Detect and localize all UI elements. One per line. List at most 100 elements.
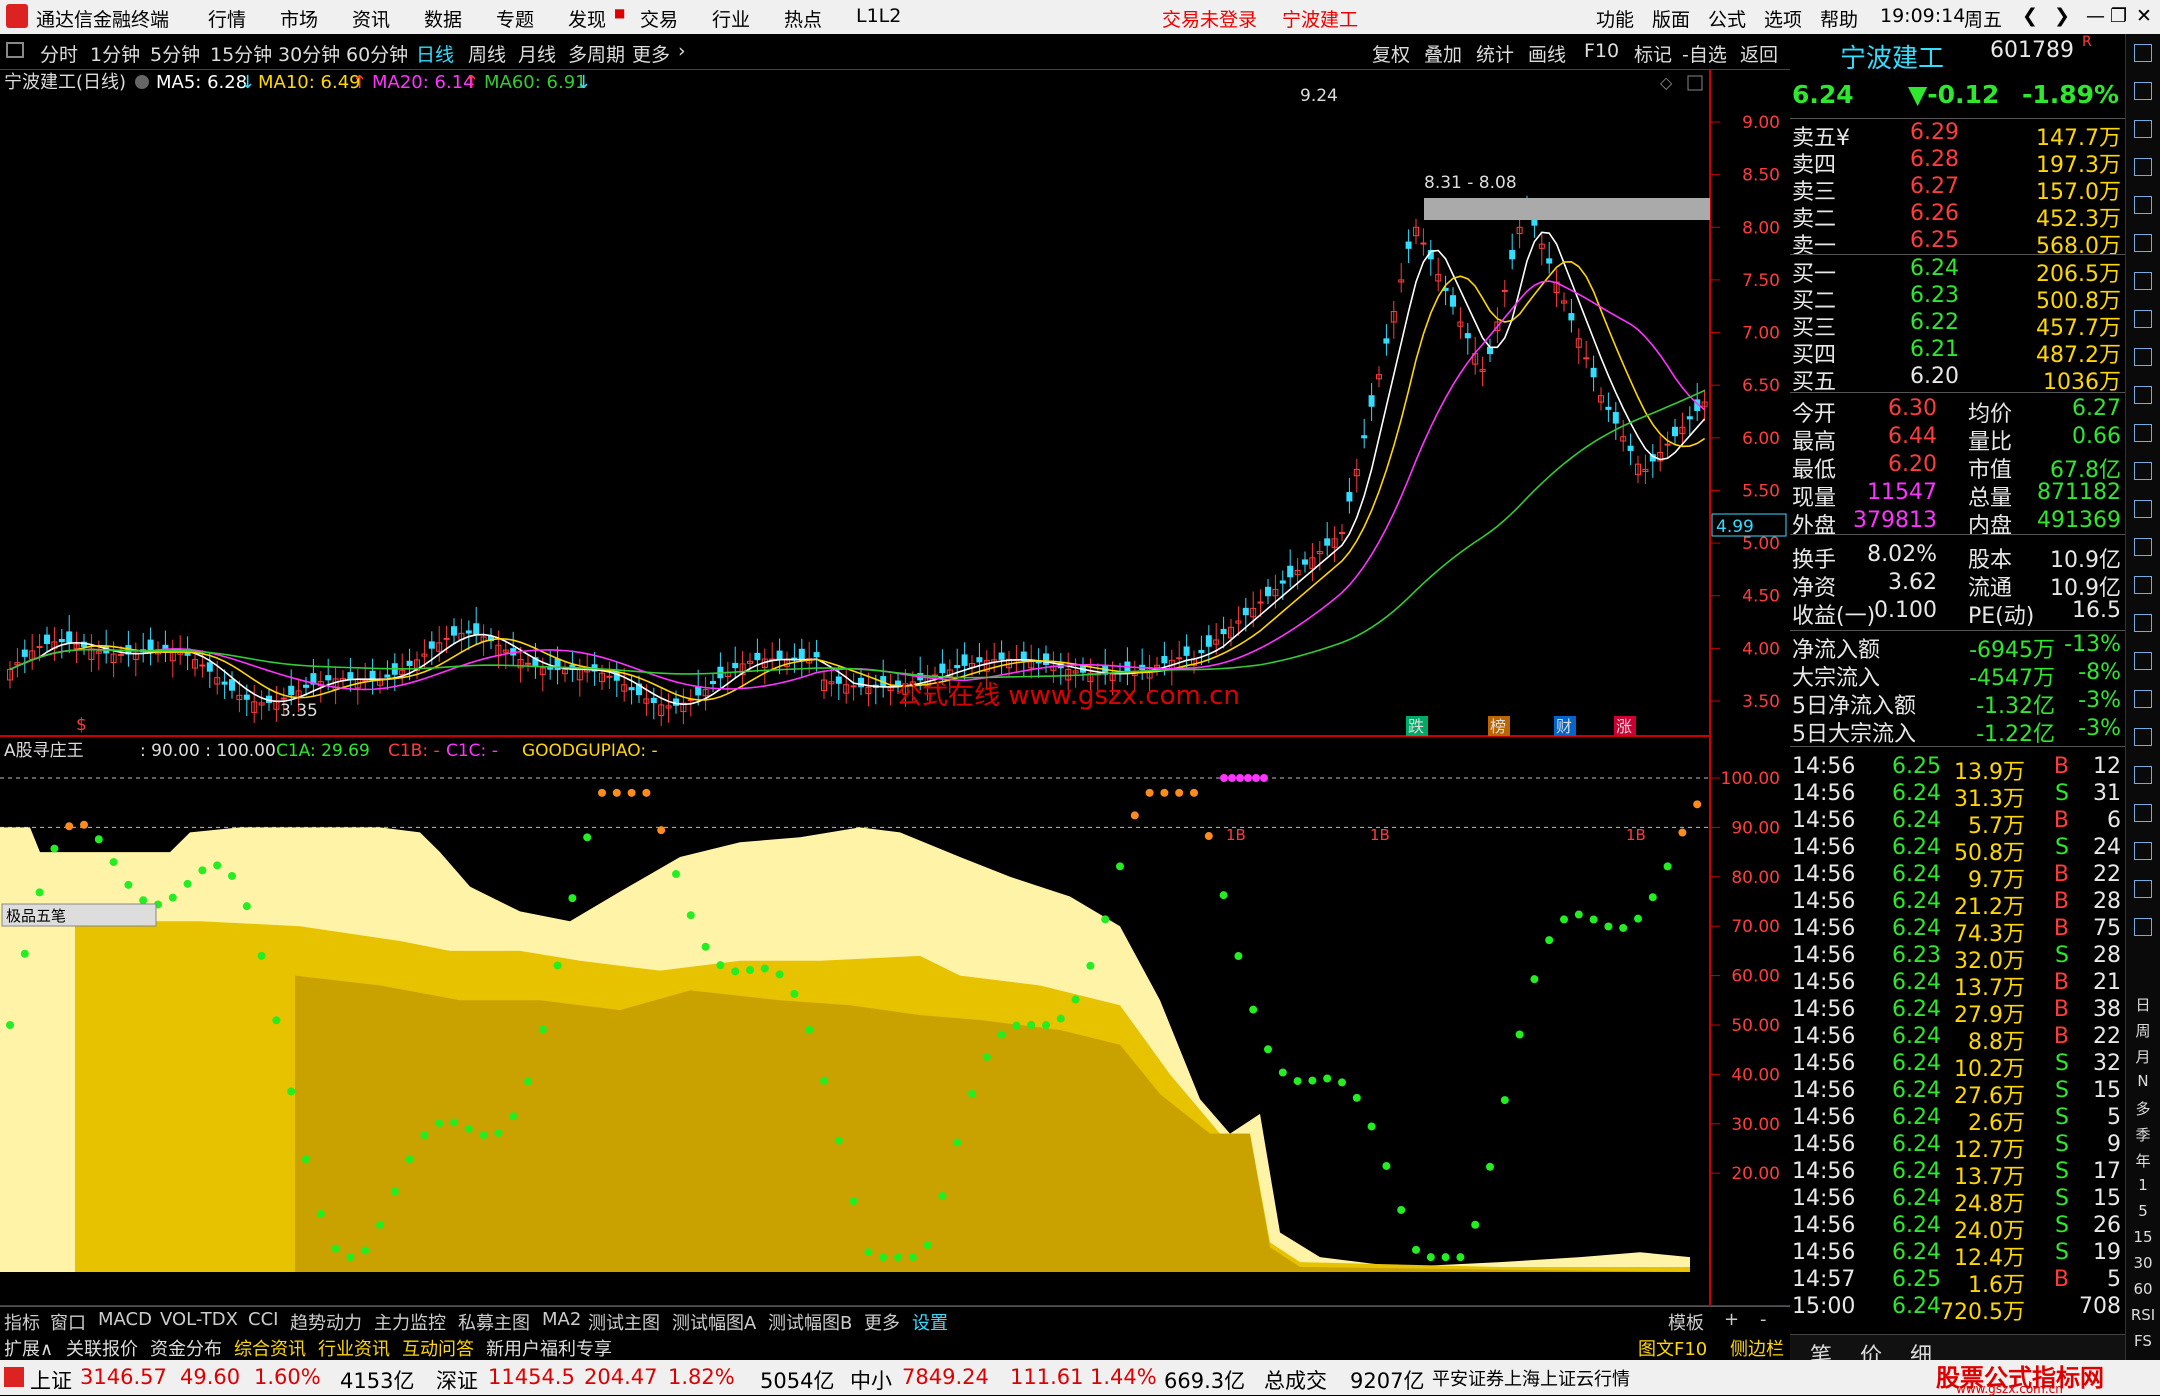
side-icon-6[interactable]: 年 bbox=[2128, 1150, 2158, 1171]
tool-icon[interactable] bbox=[2134, 196, 2152, 214]
stat2-row[interactable]: 净资 3.62 流通 10.9亿 bbox=[1790, 570, 2125, 601]
ime-toolbox[interactable]: 极品五笔 bbox=[1, 903, 157, 927]
tick-row[interactable]: 14:56 6.24 24.8万 S 15 bbox=[1790, 1186, 2125, 1217]
login-status[interactable]: 交易未登录 bbox=[1162, 5, 1257, 32]
stat-row[interactable]: 今开 6.30 均价 6.27 bbox=[1790, 396, 2125, 427]
menu-shichang[interactable]: 市场 bbox=[280, 5, 318, 32]
sell-level-row[interactable]: 卖一 6.25 568.0万 bbox=[1790, 228, 2125, 259]
forward-arrow-icon[interactable]: ❯ bbox=[2054, 5, 2070, 27]
stat-row[interactable]: 最高 6.44 量比 0.66 bbox=[1790, 424, 2125, 455]
tick-row[interactable]: 14:56 6.24 24.0万 S 26 bbox=[1790, 1213, 2125, 1244]
tick-row[interactable]: 14:57 6.25 1.6万 B 5 bbox=[1790, 1267, 2125, 1298]
tick-row[interactable]: 14:56 6.24 10.2万 S 32 bbox=[1790, 1051, 2125, 1082]
tick-row[interactable]: 14:56 6.25 13.9万 B 12 bbox=[1790, 754, 2125, 785]
info-tab-guanlian[interactable]: 关联报价 bbox=[66, 1335, 138, 1361]
flow-row[interactable]: 5日净流入额 -1.32亿 -3% bbox=[1790, 688, 2125, 719]
tool-icon[interactable] bbox=[2134, 234, 2152, 252]
menu-l1l2[interactable]: L1L2 bbox=[856, 5, 901, 27]
menu-bangzhu[interactable]: 帮助 bbox=[1820, 5, 1858, 32]
tool-fuquan[interactable]: 复权 bbox=[1372, 40, 1410, 67]
stat-row[interactable]: 现量 11547 总量 871182 bbox=[1790, 480, 2125, 511]
tick-row[interactable]: 14:56 6.24 50.8万 S 24 bbox=[1790, 835, 2125, 866]
close-icon[interactable]: ✕ bbox=[2136, 5, 2152, 27]
tick-row[interactable]: 15:00 6.24 720.5万 708 bbox=[1790, 1294, 2125, 1325]
menu-zixun[interactable]: 资讯 bbox=[352, 5, 390, 32]
tick-row[interactable]: 14:56 6.23 32.0万 S 28 bbox=[1790, 943, 2125, 974]
tool-zixuan[interactable]: -自选 bbox=[1682, 40, 1727, 67]
event-marker[interactable]: $ bbox=[76, 715, 87, 735]
tool-icon[interactable] bbox=[2134, 158, 2152, 176]
buy-level-row[interactable]: 买一 6.24 206.5万 bbox=[1790, 256, 2125, 287]
tool-icon[interactable] bbox=[2134, 652, 2152, 670]
tool-icon[interactable] bbox=[2134, 766, 2152, 784]
info-tab-hangye[interactable]: 行业资讯 bbox=[318, 1335, 390, 1361]
diamond-icon[interactable]: ◇ bbox=[1660, 73, 1673, 92]
sz-name[interactable]: 深证 bbox=[436, 1365, 478, 1395]
side-icon-9[interactable]: 15 bbox=[2128, 1228, 2158, 1246]
tick-row[interactable]: 14:56 6.24 74.3万 B 75 bbox=[1790, 916, 2125, 947]
tool-icon[interactable] bbox=[2134, 690, 2152, 708]
sell-level-row[interactable]: 卖三 6.27 157.0万 bbox=[1790, 174, 2125, 205]
settings-circle-icon[interactable] bbox=[135, 75, 149, 89]
info-tab-newuser[interactable]: 新用户福利专享 bbox=[486, 1335, 612, 1361]
sh-name[interactable]: 上证 bbox=[30, 1365, 72, 1395]
period-fenshi[interactable]: 分时 bbox=[40, 40, 78, 67]
side-icon-10[interactable]: 30 bbox=[2128, 1254, 2158, 1272]
tool-icon[interactable] bbox=[2134, 538, 2152, 556]
tool-icon[interactable] bbox=[2134, 576, 2152, 594]
info-tab-hudong[interactable]: 互动问答 bbox=[402, 1335, 474, 1361]
panel-toggle-icon[interactable] bbox=[6, 42, 24, 58]
buy-level-row[interactable]: 买五 6.20 1036万 bbox=[1790, 364, 2125, 395]
side-icon-2[interactable]: 月 bbox=[2128, 1046, 2158, 1067]
tool-icon[interactable] bbox=[2134, 348, 2152, 366]
tool-f10[interactable]: F10 bbox=[1584, 40, 1619, 62]
tool-huaxian[interactable]: 画线 bbox=[1528, 40, 1566, 67]
tool-icon[interactable] bbox=[2134, 310, 2152, 328]
side-icon-5[interactable]: 季 bbox=[2128, 1124, 2158, 1145]
side-icon-13[interactable]: FS bbox=[2128, 1332, 2158, 1350]
menu-redian[interactable]: 热点 bbox=[784, 5, 822, 32]
menu-zhuanti[interactable]: 专题 bbox=[496, 5, 534, 32]
buy-level-row[interactable]: 买四 6.21 487.2万 bbox=[1790, 337, 2125, 368]
period-5min[interactable]: 5分钟 bbox=[150, 40, 200, 67]
sell-level-row[interactable]: 卖五¥ 6.29 147.7万 bbox=[1790, 120, 2125, 151]
tab-cci[interactable]: CCI bbox=[248, 1309, 278, 1330]
chevron-right-icon[interactable]: › bbox=[678, 40, 686, 62]
maximize-icon[interactable]: ❐ bbox=[2110, 5, 2127, 27]
side-icon-12[interactable]: RSI bbox=[2128, 1306, 2158, 1324]
tool-fanhui[interactable]: 返回 bbox=[1740, 40, 1778, 67]
period-60min[interactable]: 60分钟 bbox=[346, 40, 408, 67]
f10-button[interactable]: 图文F10 bbox=[1638, 1335, 1707, 1361]
period-more[interactable]: 更多 bbox=[632, 40, 670, 67]
stat-row[interactable]: 最低 6.20 市值 67.8亿 bbox=[1790, 452, 2125, 483]
menu-xuanxiang[interactable]: 选项 bbox=[1764, 5, 1802, 32]
menu-hangqing[interactable]: 行情 bbox=[208, 5, 246, 32]
tick-row[interactable]: 14:56 6.24 13.7万 B 21 bbox=[1790, 970, 2125, 1001]
tick-row[interactable]: 14:56 6.24 31.3万 S 31 bbox=[1790, 781, 2125, 812]
period-multi[interactable]: 多周期 bbox=[568, 40, 625, 67]
stat-row[interactable]: 外盘 379813 内盘 491369 bbox=[1790, 508, 2125, 539]
info-tab-expand[interactable]: 扩展∧ bbox=[4, 1335, 53, 1361]
side-icon-8[interactable]: 5 bbox=[2128, 1202, 2158, 1220]
tool-icon[interactable] bbox=[2134, 500, 2152, 518]
side-icon-0[interactable]: 日 bbox=[2128, 994, 2158, 1015]
zx-name[interactable]: 中小 bbox=[850, 1365, 892, 1395]
tool-icon[interactable] bbox=[2134, 804, 2152, 822]
tab-add[interactable]: + bbox=[1724, 1309, 1739, 1330]
menu-gongshi[interactable]: 公式 bbox=[1708, 5, 1746, 32]
buy-level-row[interactable]: 买二 6.23 500.8万 bbox=[1790, 283, 2125, 314]
tool-icon[interactable] bbox=[2134, 728, 2152, 746]
tool-icon[interactable] bbox=[2134, 614, 2152, 632]
side-icon-7[interactable]: 1 bbox=[2128, 1176, 2158, 1194]
period-monthly[interactable]: 月线 bbox=[518, 40, 556, 67]
stat2-row[interactable]: 收益(一) 0.100 PE(动) 16.5 bbox=[1790, 598, 2125, 629]
buy-level-row[interactable]: 买三 6.22 457.7万 bbox=[1790, 310, 2125, 341]
back-arrow-icon[interactable]: ❮ bbox=[2022, 5, 2038, 27]
tool-icon[interactable] bbox=[2134, 462, 2152, 480]
tool-icon[interactable] bbox=[2134, 120, 2152, 138]
stat2-row[interactable]: 换手 8.02% 股本 10.9亿 bbox=[1790, 542, 2125, 573]
tick-row[interactable]: 14:56 6.24 27.9万 B 38 bbox=[1790, 997, 2125, 1028]
minimize-icon[interactable]: — bbox=[2086, 5, 2105, 27]
flow-row[interactable]: 净流入额 -6945万 -13% bbox=[1790, 632, 2125, 663]
tick-row[interactable]: 14:56 6.24 12.4万 S 19 bbox=[1790, 1240, 2125, 1271]
